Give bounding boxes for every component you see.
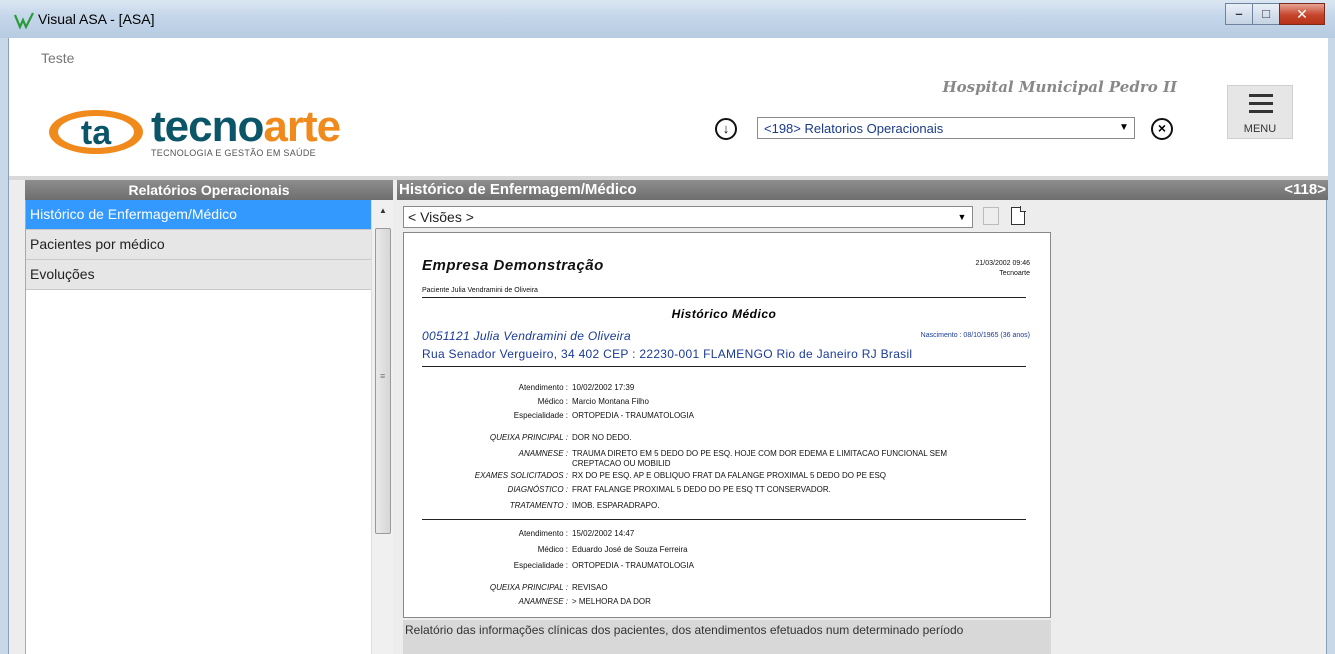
doc-heading: Histórico Médico <box>671 307 777 321</box>
visit2-atendimento: Atendimento :15/02/2002 14:47 <box>518 529 635 538</box>
sidebar-title: Relatórios Operacionais <box>25 180 393 200</box>
logo-wordmark: tecnoarte <box>151 102 341 152</box>
download-circle-icon[interactable]: ↓ <box>715 118 737 140</box>
doc-company: Empresa Demonstração <box>422 257 604 274</box>
visit1-medico: Médico : Marcio Montana Filho <box>537 397 649 406</box>
chevron-down-icon[interactable]: ▼ <box>1115 119 1133 137</box>
document-icon[interactable] <box>1011 206 1026 225</box>
doc-patient-header: Paciente Julia Vendramini de Oliveira <box>422 287 538 294</box>
doc-address: Rua Senador Vergueiro, 34 402 CEP : 2223… <box>422 347 913 361</box>
visit2-queixa: QUEIXA PRINCIPAL : REVISAO <box>489 583 608 592</box>
app-icon <box>14 12 34 29</box>
visit1-anamnese-cont: CREPTACAO OU MOBILID <box>572 459 671 468</box>
visit1-atendimento: Atendimento :10/02/2002 17:39 <box>518 383 635 392</box>
hamburger-icon <box>1249 94 1273 118</box>
report-header: Histórico de Enfermagem/Médico <118> <box>397 180 1328 200</box>
list-item-evolucoes[interactable]: Evoluções <box>26 260 371 290</box>
doc-rule <box>422 366 1026 367</box>
visit2-medico: Médico : Eduardo José de Souza Ferreira <box>537 545 688 554</box>
visit1-anamnese: ANAMNESE : TRAUMA DIRETO EM 5 DEDO DO PE … <box>518 449 948 458</box>
logo-mark-text: ta <box>81 114 112 152</box>
window-controls: – □ ✕ <box>1225 3 1325 25</box>
close-icon: ✕ <box>1296 6 1308 22</box>
doc-date-block: 21/03/2002 09:46 Tecnoarte <box>976 260 1031 280</box>
app-window: Visual ASA - [ASA] – □ ✕ Teste ta tecnoa… <box>0 0 1335 654</box>
module-select[interactable]: <198> Relatorios Operacionais ▼ <box>757 117 1135 139</box>
visit1-queixa: QUEIXA PRINCIPAL : DOR NO DEDO. <box>489 433 632 442</box>
list-scrollbar[interactable]: ▲ ≡ <box>371 200 393 654</box>
logo-word-a: tecno <box>151 102 264 151</box>
doc-patient-name: 0051121 Julia Vendramini de Oliveira <box>422 329 631 343</box>
visit1-diagnostico: DIAGNÓSTICO : FRAT FALANGE PROXIMAL 5 DED… <box>507 485 831 494</box>
close-window-button[interactable]: ✕ <box>1279 3 1325 25</box>
maximize-icon: □ <box>1262 6 1270 21</box>
title-bar[interactable]: Visual ASA - [ASA] – □ ✕ <box>0 0 1335 38</box>
maximize-button[interactable]: □ <box>1252 3 1280 25</box>
report-description: Relatório das informações clínicas dos p… <box>405 623 964 637</box>
sidebar: Relatórios Operacionais Histórico de Enf… <box>25 180 393 654</box>
module-select-value: <198> Relatorios Operacionais <box>764 121 944 136</box>
doc-birth: Nascimento : 08/10/1965 (36 anos) <box>920 332 1030 339</box>
grip-icon: ≡ <box>380 371 386 381</box>
doc-rule <box>422 297 1026 298</box>
doc-date: 21/03/2002 09:46 <box>975 260 1031 267</box>
logo-mark: ta <box>49 110 143 154</box>
window-title: Visual ASA - [ASA] <box>38 11 155 27</box>
visit1-exames: EXAMES SOLICITADOS : RX DO PE ESQ. AP E O… <box>474 471 887 480</box>
list-item-historico[interactable]: Histórico de Enfermagem/Médico <box>26 200 371 230</box>
scroll-up-icon[interactable]: ▲ <box>375 203 391 219</box>
environment-label: Teste <box>41 50 75 66</box>
report-panel: Histórico de Enfermagem/Médico <118> < V… <box>397 180 1328 654</box>
menu-button[interactable]: MENU <box>1227 85 1293 139</box>
report-preview[interactable]: Empresa Demonstração 21/03/2002 09:46 Te… <box>403 232 1051 618</box>
scroll-thumb[interactable]: ≡ <box>375 228 391 534</box>
minimize-icon: – <box>1235 6 1243 21</box>
visit1-especialidade: Especialidade : ORTOPEDIA - TRAUMATOLOGIA <box>513 411 694 420</box>
logo-word-b: arte <box>263 102 341 151</box>
views-select-value: < Visões > <box>408 209 474 225</box>
visit2-anamnese: ANAMNESE : > MELHORA DA DOR <box>518 597 651 606</box>
report-list: Histórico de Enfermagem/Médico Pacientes… <box>25 200 371 654</box>
logo-tagline: TECNOLOGIA E GESTÃO EM SAÚDE <box>151 148 316 158</box>
hospital-name: Hospital Municipal Pedro II <box>942 78 1177 96</box>
print-icon[interactable] <box>983 207 999 225</box>
minimize-button[interactable]: – <box>1225 3 1253 25</box>
doc-rule <box>422 519 1026 520</box>
views-select[interactable]: < Visões > ▼ <box>403 206 973 228</box>
visit1-tratamento: TRATAMENTO : IMOB. ESPARADRAPO. <box>509 501 660 510</box>
client-area: Teste ta tecnoarte TECNOLOGIA E GESTÃO E… <box>8 38 1328 654</box>
list-item-pacientes-por-medico[interactable]: Pacientes por médico <box>26 230 371 260</box>
report-title: Histórico de Enfermagem/Médico <box>399 181 637 198</box>
doc-user: Tecnoarte <box>999 270 1030 277</box>
menu-label: MENU <box>1243 123 1277 135</box>
report-code: <118> <box>1284 181 1326 198</box>
chevron-down-icon[interactable]: ▼ <box>954 209 970 225</box>
close-circle-icon[interactable]: × <box>1151 118 1173 140</box>
tecnoarte-logo: ta tecnoarte TECNOLOGIA E GESTÃO EM SAÚD… <box>47 102 367 158</box>
report-description-bar: Relatório das informações clínicas dos p… <box>403 620 1051 654</box>
visit2-especialidade: Especialidade : ORTOPEDIA - TRAUMATOLOGIA <box>513 561 694 570</box>
app-header: Teste ta tecnoarte TECNOLOGIA E GESTÃO E… <box>9 38 1328 176</box>
